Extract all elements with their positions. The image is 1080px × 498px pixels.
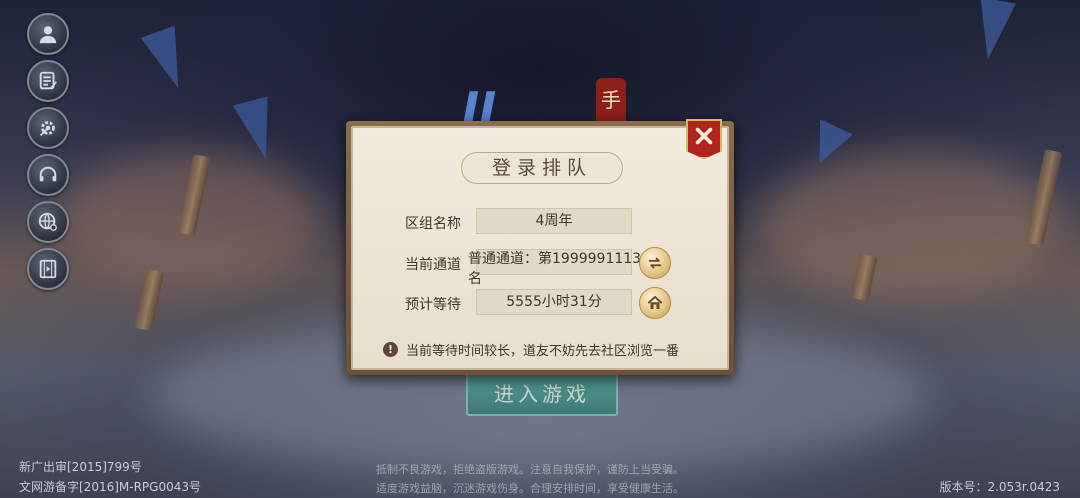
headset-icon	[39, 166, 57, 182]
login-queue-dialog: 登录排队 区组名称 4周年 当前通道 普通通道：第1999991113名 预计等…	[346, 119, 734, 375]
repair-button[interactable]	[27, 107, 69, 149]
refresh-icon	[648, 257, 662, 269]
version-number: 版本号：2.053r.0423	[939, 480, 1060, 494]
community-button[interactable]	[639, 287, 671, 319]
announcement-button[interactable]	[27, 60, 69, 102]
channel-label: 当前通道	[405, 257, 461, 273]
video-button[interactable]	[27, 248, 69, 290]
zone-label: 区组名称	[405, 216, 461, 232]
game-logo-seal: 手	[596, 78, 626, 126]
channel-value: 普通通道：第1999991113名	[468, 251, 642, 287]
dialog-title: 登录排队	[461, 152, 623, 184]
health-notice-line-2: 适度游戏益脑，沉迷游戏伤身。合理安排时间，享受健康生活。	[376, 482, 684, 495]
health-notice-line-1: 抵制不良游戏，拒绝盗版游戏。注意自我保护，谨防上当受骗。	[376, 463, 684, 476]
video-icon	[39, 259, 57, 279]
queue-notice: ! 当前等待时间较长，道友不妨先去社区浏览一番	[383, 340, 679, 359]
notice-text: 当前等待时间较长，道友不妨先去社区浏览一番	[406, 344, 680, 359]
customer-service-button[interactable]	[27, 154, 69, 196]
globe-search-icon	[38, 212, 57, 231]
settings-icon	[40, 121, 55, 136]
account-button[interactable]	[27, 13, 69, 55]
user-icon	[39, 26, 57, 44]
culture-license: 文网游备字[2016]M-RPG0043号	[19, 480, 201, 494]
home-icon	[647, 296, 663, 309]
wait-label: 预计等待	[405, 297, 461, 313]
warning-icon: !	[383, 342, 398, 357]
close-icon	[695, 127, 713, 145]
zone-value: 4周年	[476, 208, 632, 234]
dialog-body: 登录排队 区组名称 4周年 当前通道 普通通道：第1999991113名 预计等…	[351, 126, 729, 370]
enter-game-button[interactable]: 进入游戏	[466, 372, 618, 416]
notice-scroll-icon	[39, 71, 57, 90]
switch-channel-button[interactable]	[639, 247, 671, 279]
wait-value: 5555小时31分	[476, 289, 632, 315]
website-button[interactable]	[27, 201, 69, 243]
close-button[interactable]	[686, 119, 722, 159]
publication-license: 新广出审[2015]799号	[19, 460, 142, 474]
